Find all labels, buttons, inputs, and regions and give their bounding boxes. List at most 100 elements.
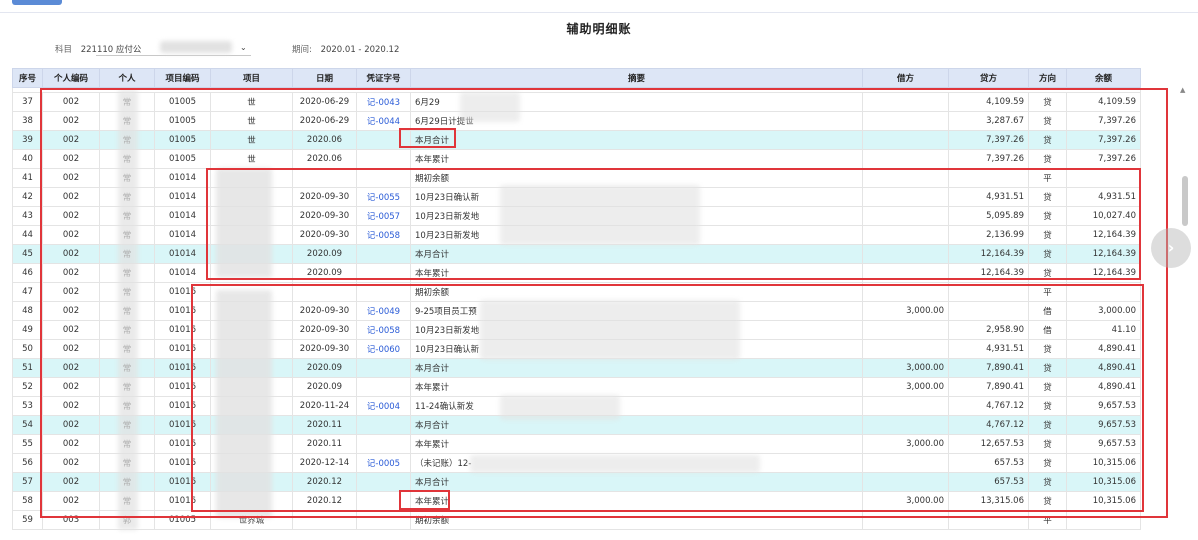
period-filter: 期间: 2020.01 - 2020.12 xyxy=(292,43,399,55)
table-header: 序号 个人编码 个人 项目编码 项目 日期 凭证字号 摘要 借方 贷方 方向 余额 xyxy=(12,68,1141,88)
person-code: 002 xyxy=(42,453,100,473)
table-row[interactable]: 40002常01005世2020.06本年累计7,397.26贷7,397.26 xyxy=(12,149,1141,169)
row-number: 39 xyxy=(12,130,43,150)
debit-amount xyxy=(862,206,949,226)
column-header[interactable]: 凭证字号 xyxy=(356,68,411,88)
balance: 12,164.39 xyxy=(1066,225,1141,245)
voucher-number[interactable]: 记-0055 xyxy=(356,187,411,207)
credit-amount: 657.53 xyxy=(948,453,1029,473)
summary: 本年累计 xyxy=(410,149,863,169)
column-header[interactable]: 项目 xyxy=(210,68,293,88)
subject-label: 科目 xyxy=(55,45,73,55)
balance: 3,000.00 xyxy=(1066,301,1141,321)
item-code: 01016 xyxy=(154,377,211,397)
person-code: 002 xyxy=(42,244,100,264)
voucher-number[interactable]: 记-0060 xyxy=(356,339,411,359)
direction: 贷 xyxy=(1028,92,1067,112)
column-header[interactable]: 余额 xyxy=(1066,68,1141,88)
row-number: 37 xyxy=(12,92,43,112)
period-value: 2020.01 - 2020.12 xyxy=(320,45,400,55)
balance: 4,890.41 xyxy=(1066,358,1141,378)
debit-amount xyxy=(862,111,949,131)
row-number: 44 xyxy=(12,225,43,245)
direction: 贷 xyxy=(1028,434,1067,454)
person-code: 002 xyxy=(42,206,100,226)
credit-amount: 4,767.12 xyxy=(948,415,1029,435)
date: 2020.09 xyxy=(292,244,357,264)
date: 2020.09 xyxy=(292,358,357,378)
date: 2020.11 xyxy=(292,434,357,454)
column-header[interactable]: 序号 xyxy=(12,68,43,88)
table-row[interactable]: 39002常01005世2020.06本月合计7,397.26贷7,397.26 xyxy=(12,130,1141,150)
table-row[interactable]: 52002常010162020.09本年累计3,000.007,890.41贷4… xyxy=(12,377,1141,397)
voucher-number[interactable]: 记-0057 xyxy=(356,206,411,226)
column-header[interactable]: 日期 xyxy=(292,68,357,88)
credit-amount: 7,397.26 xyxy=(948,149,1029,169)
debit-amount: 3,000.00 xyxy=(862,358,949,378)
top-button[interactable] xyxy=(12,0,62,5)
person-code: 002 xyxy=(42,358,100,378)
balance xyxy=(1066,168,1141,188)
date: 2020.12 xyxy=(292,472,357,492)
table-row[interactable]: 51002常010162020.09本月合计3,000.007,890.41贷4… xyxy=(12,358,1141,378)
column-header[interactable]: 方向 xyxy=(1028,68,1067,88)
voucher-number[interactable]: 记-0058 xyxy=(356,320,411,340)
table-row[interactable]: 55002常010162020.11本年累计3,000.0012,657.53贷… xyxy=(12,434,1141,454)
person-code: 002 xyxy=(42,396,100,416)
summary: 本年累计 xyxy=(410,263,863,283)
chevron-down-icon[interactable]: ⌄ xyxy=(240,43,247,52)
table-row[interactable]: 45002常010142020.09本月合计12,164.39贷12,164.3… xyxy=(12,244,1141,264)
voucher-number xyxy=(356,149,411,169)
direction: 贷 xyxy=(1028,244,1067,264)
item-code: 01005 xyxy=(154,130,211,150)
column-header[interactable]: 摘要 xyxy=(410,68,863,88)
voucher-number[interactable]: 记-0044 xyxy=(356,111,411,131)
credit-amount: 4,767.12 xyxy=(948,396,1029,416)
summary: 期初余额 xyxy=(410,282,863,302)
direction: 贷 xyxy=(1028,491,1067,511)
direction: 贷 xyxy=(1028,358,1067,378)
column-header[interactable]: 项目编码 xyxy=(154,68,211,88)
scroll-up-icon[interactable]: ▲ xyxy=(1180,86,1185,94)
balance: 4,890.41 xyxy=(1066,339,1141,359)
item-code: 01016 xyxy=(154,396,211,416)
column-header[interactable]: 个人 xyxy=(99,68,155,88)
chevron-right-icon[interactable]: › xyxy=(1151,228,1191,268)
debit-amount xyxy=(862,510,949,530)
summary: 本月合计 xyxy=(410,130,863,150)
row-number: 52 xyxy=(12,377,43,397)
voucher-number[interactable]: 记-0005 xyxy=(356,453,411,473)
date xyxy=(292,510,357,530)
debit-amount xyxy=(862,130,949,150)
voucher-number[interactable]: 记-0004 xyxy=(356,396,411,416)
column-header[interactable]: 贷方 xyxy=(948,68,1029,88)
row-number: 57 xyxy=(12,472,43,492)
credit-amount: 5,095.89 xyxy=(948,206,1029,226)
direction: 贷 xyxy=(1028,453,1067,473)
person-code: 002 xyxy=(42,472,100,492)
voucher-number[interactable]: 记-0049 xyxy=(356,301,411,321)
table-row[interactable]: 38002常01005世2020-06-29记-00446月29日计提世3,28… xyxy=(12,111,1141,131)
column-header[interactable]: 借方 xyxy=(862,68,949,88)
scrollbar-thumb[interactable] xyxy=(1182,176,1188,226)
credit-amount: 657.53 xyxy=(948,472,1029,492)
voucher-number[interactable]: 记-0058 xyxy=(356,225,411,245)
table-row[interactable]: 47002常01016期初余额平 xyxy=(12,282,1141,302)
table-row[interactable]: 59003郭01005世界城期初余额平 xyxy=(12,510,1141,530)
summary: 本月合计 xyxy=(410,358,863,378)
redacted-area xyxy=(160,41,232,53)
row-number: 42 xyxy=(12,187,43,207)
date: 2020-09-30 xyxy=(292,301,357,321)
period-label: 期间: xyxy=(292,45,312,55)
table-row[interactable]: 37002常01005世2020-06-29记-00436月294,109.59… xyxy=(12,92,1141,112)
debit-amount xyxy=(862,244,949,264)
page-title: 辅助明细账 xyxy=(566,22,632,36)
table-row[interactable]: 57002常010162020.12本月合计657.53贷10,315.06 xyxy=(12,472,1141,492)
summary: 本月合计 xyxy=(410,472,863,492)
column-header[interactable]: 个人编码 xyxy=(42,68,100,88)
debit-amount xyxy=(862,263,949,283)
table-row[interactable]: 46002常010142020.09本年累计12,164.39贷12,164.3… xyxy=(12,263,1141,283)
voucher-number[interactable]: 记-0043 xyxy=(356,92,411,112)
voucher-number xyxy=(356,415,411,435)
table-row[interactable]: 58002常010162020.12本年累计3,000.0013,315.06贷… xyxy=(12,491,1141,511)
